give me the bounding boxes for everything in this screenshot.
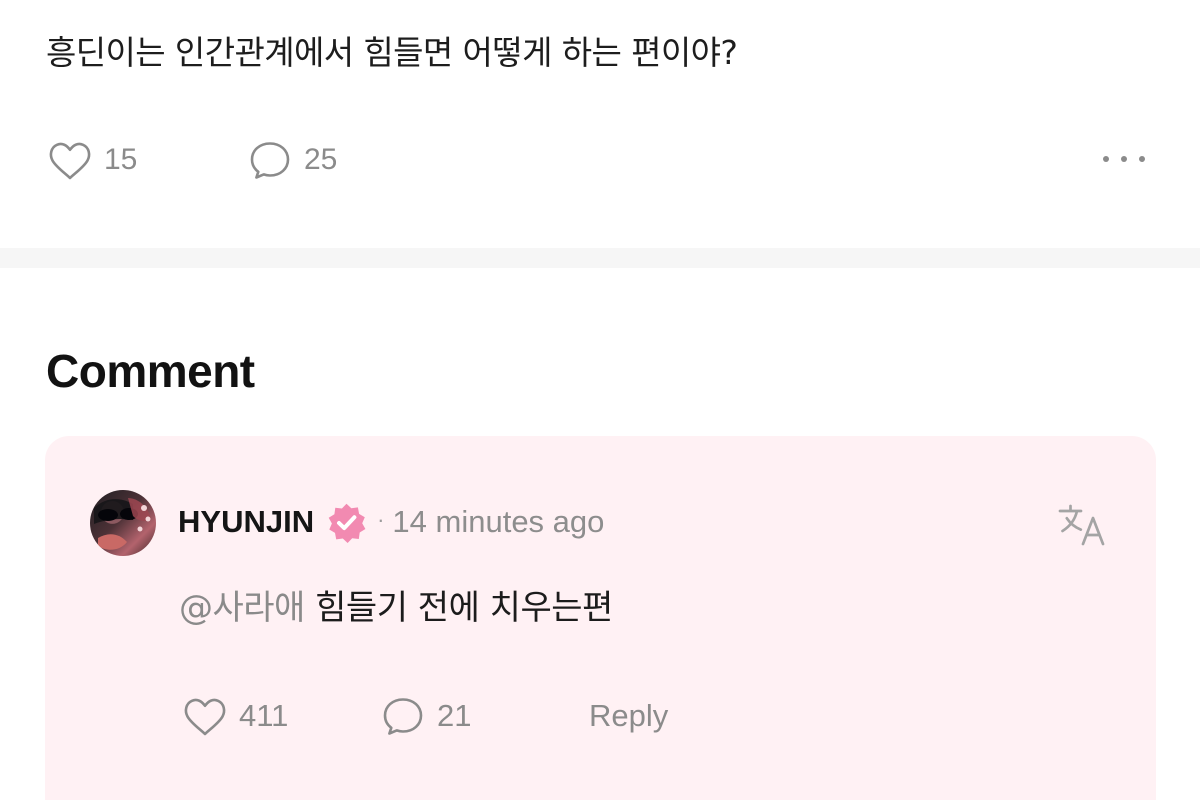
reply-button[interactable]: Reply (589, 691, 668, 741)
post-comment-button[interactable]: 25 (246, 134, 337, 186)
post-more-button[interactable] (1100, 144, 1148, 174)
comment-card: HYUNJIN · 14 minutes ago @사라애 힘들기 전에 치우는… (45, 436, 1156, 800)
comment-bubble-icon (379, 694, 427, 738)
post-detail-screen: 흥딘이는 인간관계에서 힘들면 어떻게 하는 편이야? 15 25 Commen… (0, 0, 1200, 800)
comment-author-name[interactable]: HYUNJIN (178, 504, 314, 540)
header-separator: · (377, 507, 385, 532)
heart-outline-icon (181, 694, 229, 738)
heart-outline-icon (46, 138, 94, 182)
more-horizontal-icon (1100, 153, 1148, 165)
comment-body: @사라애 힘들기 전에 치우는편 (179, 585, 613, 631)
post-text: 흥딘이는 인간관계에서 힘들면 어떻게 하는 편이야? (46, 33, 738, 72)
post-like-count: 15 (104, 143, 138, 176)
comment-mention[interactable]: @사라애 (179, 588, 305, 628)
comment-section-title: Comment (46, 345, 255, 397)
translate-icon (1056, 501, 1108, 549)
section-divider (0, 248, 1200, 268)
author-avatar[interactable] (90, 490, 156, 556)
post-like-button[interactable]: 15 (46, 134, 137, 186)
comment-like-button[interactable]: 411 (181, 691, 288, 741)
comment-bubble-icon (246, 138, 294, 182)
comment-timestamp: 14 minutes ago (392, 504, 605, 539)
post-comment-count: 25 (304, 143, 338, 176)
comment-text: 힘들기 전에 치우는편 (315, 588, 613, 628)
comment-reply-count: 21 (437, 698, 472, 733)
pink-verified-badge-icon (314, 500, 377, 545)
post-actions: 15 25 (46, 134, 1156, 186)
comment-actions: 411 21 Reply (181, 691, 801, 741)
comment-header: HYUNJIN · 14 minutes ago (178, 497, 604, 547)
comment-reply-count-button[interactable]: 21 (379, 691, 471, 741)
comment-like-count: 411 (239, 698, 289, 733)
translate-button[interactable] (1056, 501, 1108, 549)
